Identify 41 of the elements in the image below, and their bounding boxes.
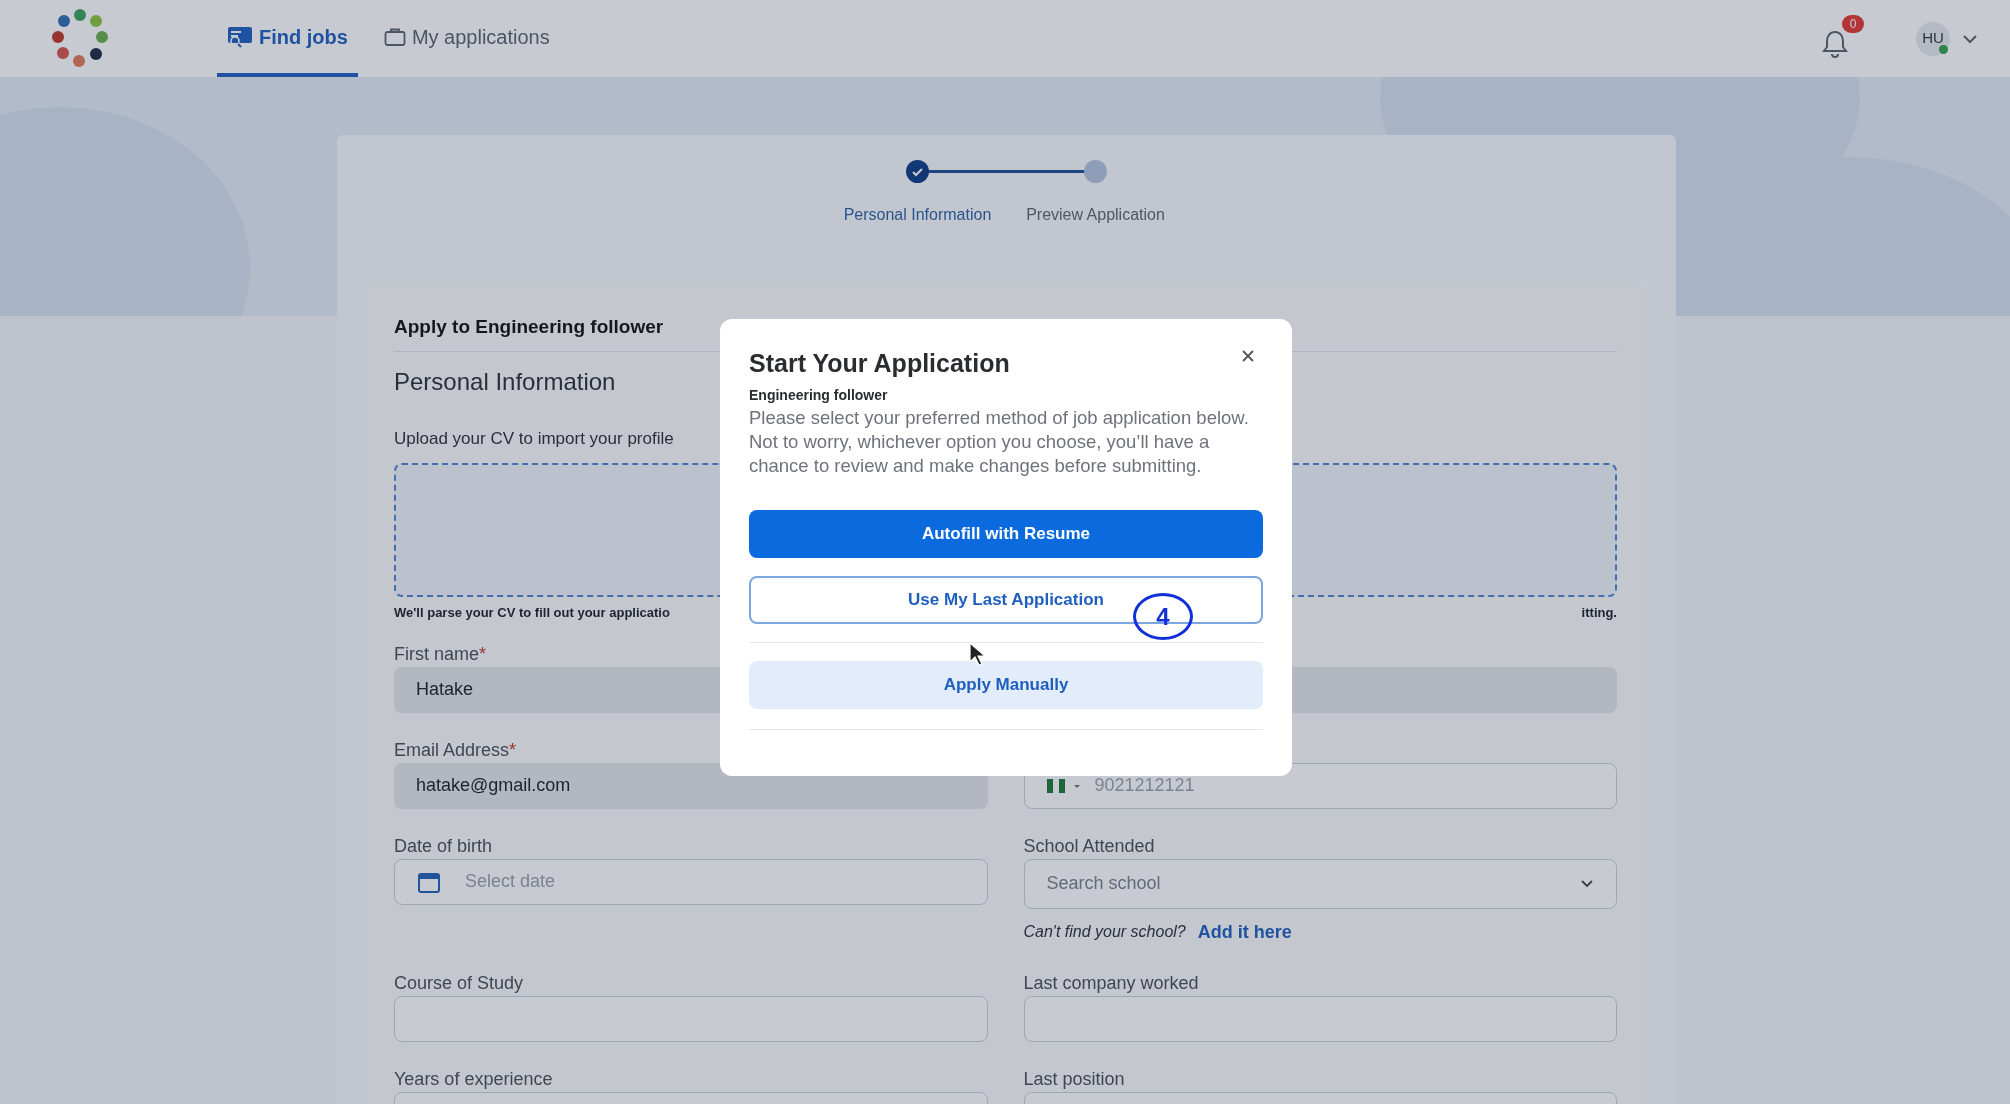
field-label: Date of birth	[394, 835, 493, 856]
chevron-down-icon[interactable]	[1962, 33, 1978, 44]
field-label: Last position	[1023, 1068, 1125, 1089]
bell-icon	[1822, 28, 1848, 59]
add-school-link[interactable]: Add it here	[1197, 918, 1292, 946]
field-label: School Attended	[1023, 835, 1155, 856]
school-dropdown[interactable]: Search school	[1023, 858, 1617, 909]
upload-hint: We'll parse your CV to fill out your applicatio	[394, 604, 670, 622]
helper-text: Can't find your school?	[1023, 922, 1186, 942]
field-label: Last company worked	[1023, 972, 1199, 993]
user-avatar[interactable]: HU	[1916, 21, 1950, 56]
dialog-description: Please select your preferred method of job application below. Not to worry, whichever option you choose, you’ll have a chance to review and make changes before submitting.	[749, 405, 1250, 478]
close-icon	[1241, 349, 1255, 363]
nav-tab[interactable]: Find jobs	[217, 0, 358, 77]
chevron-down-icon	[1580, 879, 1594, 888]
text-field[interactable]	[1023, 995, 1617, 1042]
briefcase-icon	[383, 26, 406, 47]
close-button[interactable]	[1241, 349, 1255, 363]
section-heading: Personal Information	[394, 366, 616, 397]
upload-label: Upload your CV to import your profile	[394, 427, 674, 450]
apply-manually-button[interactable]: Apply Manually	[749, 660, 1263, 709]
upload-hint: itting.	[1581, 604, 1617, 622]
text-field[interactable]	[394, 995, 988, 1042]
field-label: Course of Study	[394, 972, 524, 993]
date-field[interactable]: Select date	[394, 858, 988, 905]
autofill-button[interactable]: Autofill with Resume	[749, 509, 1263, 558]
field-label: Email Address	[394, 739, 510, 760]
nav-tab[interactable]: My applications	[373, 0, 560, 77]
field-label: First name	[394, 643, 480, 664]
notification-badge: 0	[1842, 14, 1864, 33]
step-label[interactable]: Preview Application	[1026, 203, 1165, 227]
required-mark: *	[509, 739, 517, 760]
form-title: Apply to Engineering follower	[394, 315, 665, 339]
job-search-icon	[227, 25, 253, 48]
flag-dropdown-icon[interactable]	[1046, 776, 1083, 795]
required-mark: *	[479, 643, 487, 664]
dialog-subtitle: Engineering follower	[749, 385, 889, 405]
field-label: Years of experience	[394, 1068, 553, 1089]
step-label[interactable]: Personal Information	[843, 203, 992, 227]
mouse-cursor-icon	[969, 642, 985, 666]
dialog-title: Start Your Application	[749, 348, 1010, 379]
